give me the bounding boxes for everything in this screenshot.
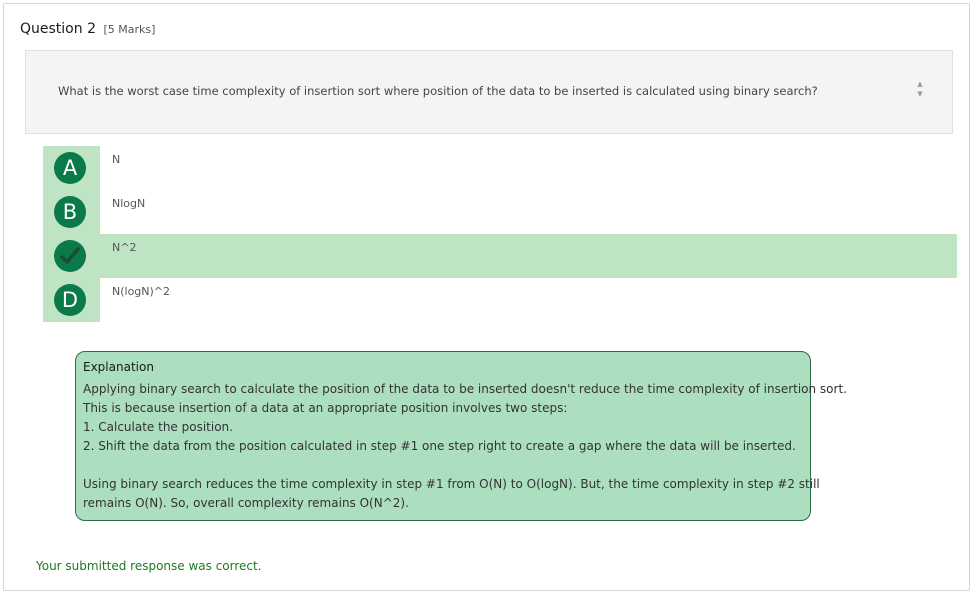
option-c-text[interactable]: N^2 — [112, 241, 136, 254]
explanation-line: Using binary search reduces the time com… — [83, 477, 820, 491]
option-c[interactable]: N^2 — [43, 234, 957, 278]
option-d[interactable]: D N(logN)^2 — [43, 278, 957, 322]
explanation-line: remains O(N). So, overall complexity rem… — [83, 496, 409, 510]
option-b-badge[interactable]: B — [54, 196, 86, 228]
question-scrollbar[interactable]: ▲ ▼ — [914, 79, 926, 107]
scroll-down-icon[interactable]: ▼ — [914, 89, 926, 99]
explanation-title: Explanation — [83, 360, 154, 374]
option-a-badge[interactable]: A — [54, 152, 86, 184]
option-d-badge[interactable]: D — [54, 284, 86, 316]
explanation-line: 2. Shift the data from the position calc… — [83, 439, 796, 453]
scroll-up-icon[interactable]: ▲ — [914, 79, 926, 89]
question-text: What is the worst case time complexity o… — [58, 84, 818, 98]
option-c-badge[interactable] — [54, 240, 86, 272]
explanation-line: This is because insertion of a data at a… — [83, 401, 568, 415]
explanation-line: 1. Calculate the position. — [83, 420, 233, 434]
question-header: Question 2 [5 Marks] — [20, 21, 155, 37]
feedback-message: Your submitted response was correct. — [36, 559, 262, 573]
option-a[interactable]: A N — [43, 146, 957, 190]
question-marks: [5 Marks] — [103, 23, 156, 36]
option-a-text[interactable]: N — [112, 153, 120, 166]
explanation-line: Applying binary search to calculate the … — [83, 382, 847, 396]
checkmark-icon — [60, 247, 80, 264]
question-box: What is the worst case time complexity o… — [25, 50, 953, 134]
option-b-text[interactable]: NlogN — [112, 197, 145, 210]
option-b[interactable]: B NlogN — [43, 190, 957, 234]
question-title: Question 2 — [20, 21, 96, 37]
explanation-box: Explanation Applying binary search to ca… — [75, 351, 847, 521]
option-d-text[interactable]: N(logN)^2 — [112, 285, 170, 298]
explanation-spacer — [83, 456, 803, 475]
